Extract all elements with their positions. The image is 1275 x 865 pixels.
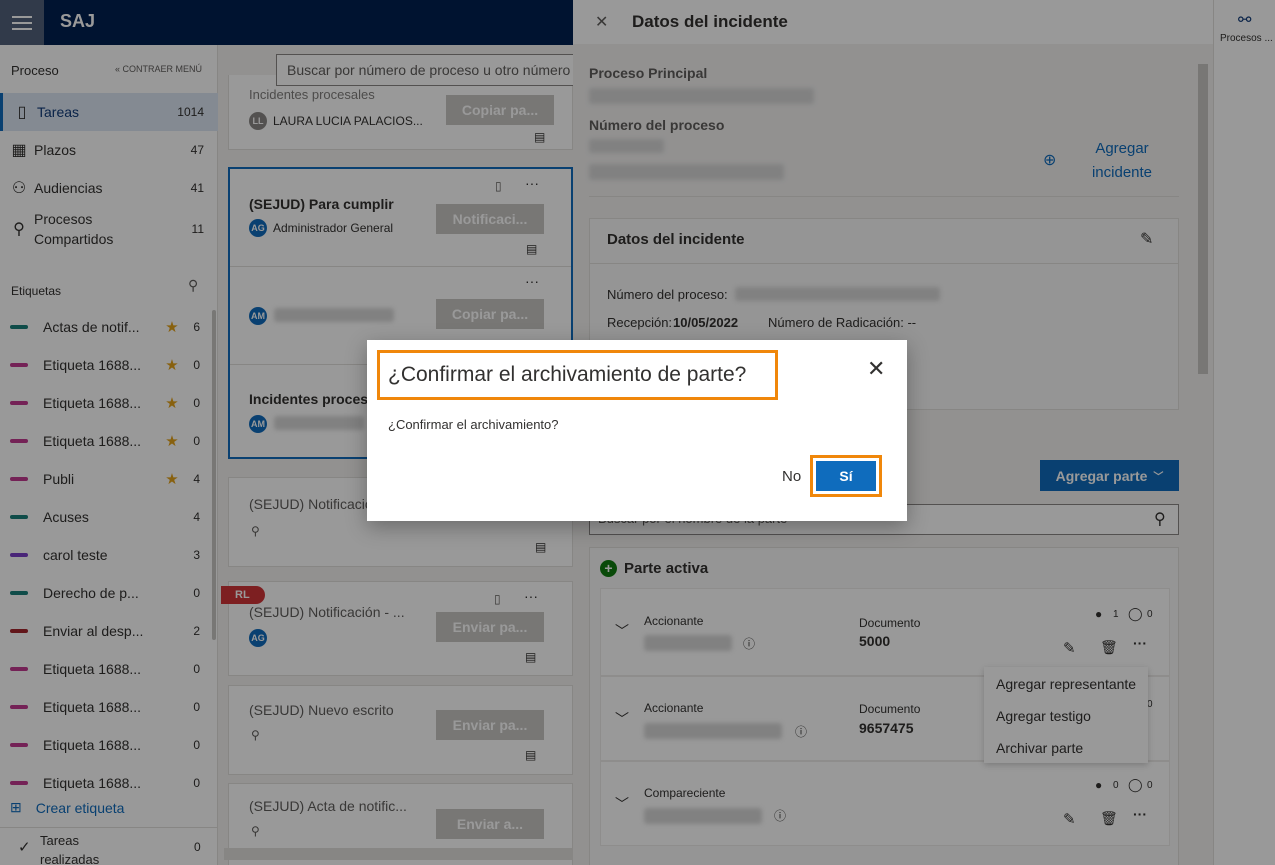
dialog-title: ¿Confirmar el archivamiento de parte? bbox=[377, 350, 778, 400]
yes-button-highlight: Sí bbox=[810, 455, 882, 497]
no-button[interactable]: No bbox=[782, 468, 801, 485]
close-icon[interactable]: ✕ bbox=[867, 356, 885, 382]
yes-button[interactable]: Sí bbox=[816, 461, 876, 491]
confirm-dialog: ¿Confirmar el archivamiento de parte? ✕ … bbox=[367, 340, 907, 521]
dialog-message: ¿Confirmar el archivamiento? bbox=[388, 417, 559, 432]
